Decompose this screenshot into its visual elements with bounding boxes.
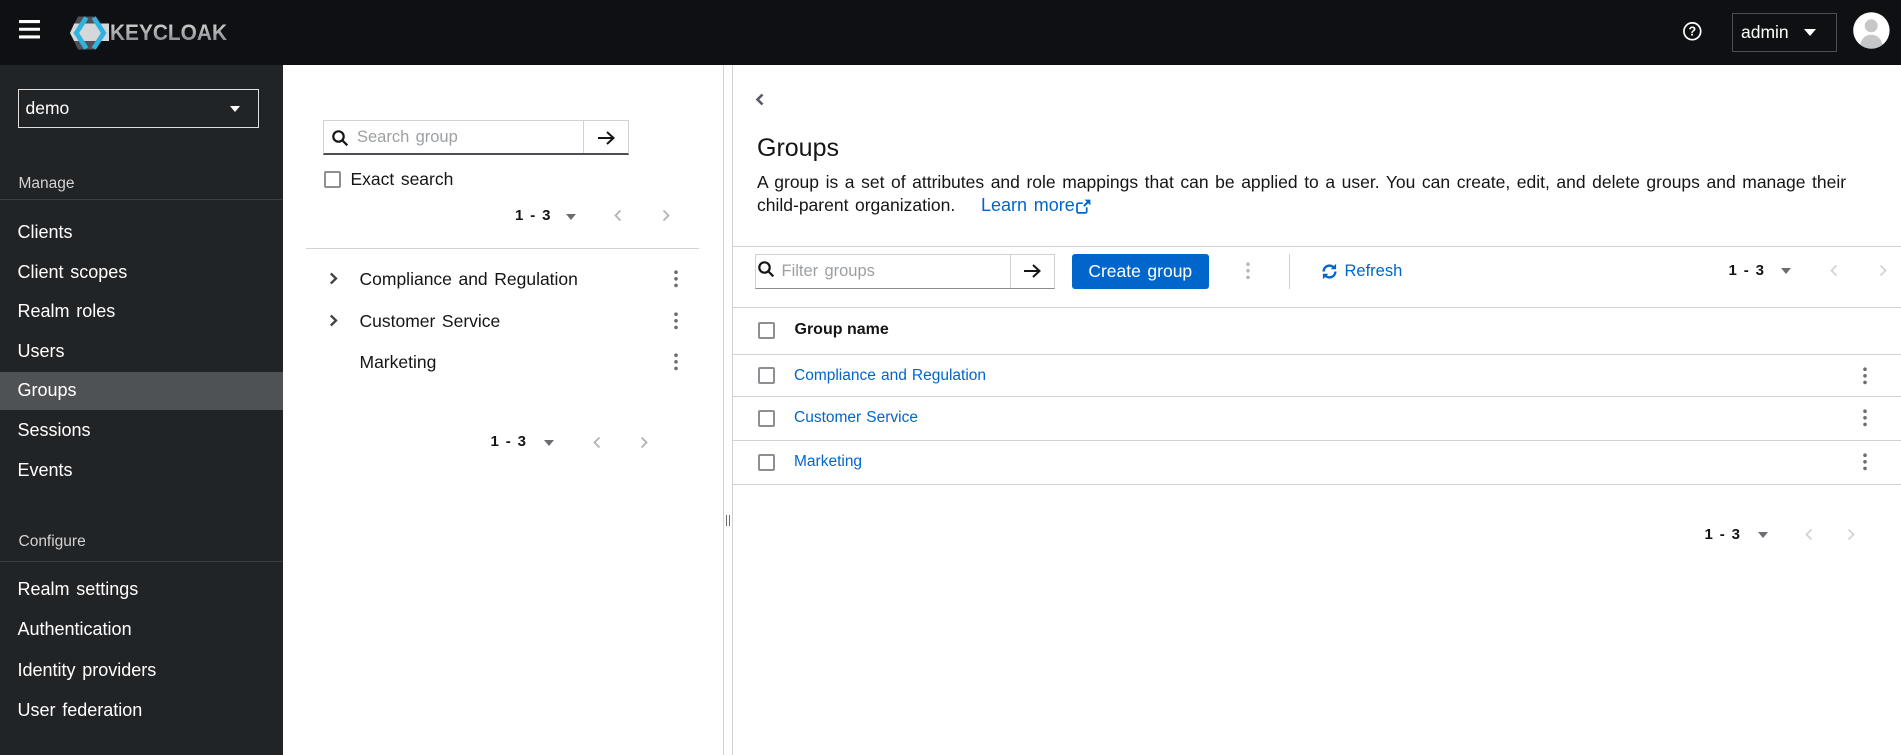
svg-text:?: ? — [1688, 24, 1696, 38]
svg-text:KEYCLOAK: KEYCLOAK — [110, 20, 227, 45]
